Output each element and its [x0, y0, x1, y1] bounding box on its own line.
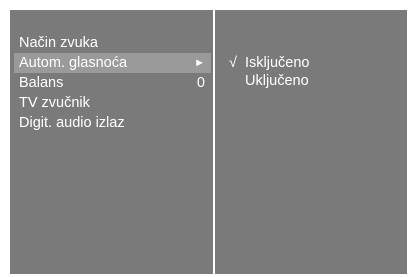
audio-menu-panel: Način zvuka Autom. glasnoća ► Balans 0 T…: [10, 10, 211, 274]
auto-volume-submenu-panel: √ Isključeno Uključeno: [217, 10, 407, 274]
balance-value: 0: [196, 75, 205, 91]
audio-settings-menu: Način zvuka Autom. glasnoća ► Balans 0 T…: [10, 33, 211, 133]
menu-item-auto-volume[interactable]: Autom. glasnoća ►: [14, 53, 211, 73]
checkmark-icon: √: [229, 55, 237, 71]
menu-item-digital-audio-out[interactable]: Digit. audio izlaz: [10, 113, 211, 133]
menu-item-label: Autom. glasnoća: [19, 55, 128, 71]
option-label: Isključeno: [245, 55, 310, 71]
menu-item-label: TV zvučnik: [19, 95, 90, 111]
tv-audio-menu-screen: Način zvuka Autom. glasnoća ► Balans 0 T…: [0, 0, 412, 277]
auto-volume-options: √ Isključeno Uključeno: [229, 54, 309, 90]
menu-item-sound-mode[interactable]: Način zvuka: [10, 33, 211, 53]
menu-item-label: Način zvuka: [19, 35, 98, 51]
option-label: Uključeno: [245, 73, 309, 89]
menu-item-balance[interactable]: Balans 0: [10, 73, 211, 93]
option-off[interactable]: √ Isključeno: [229, 54, 309, 72]
menu-item-label: Digit. audio izlaz: [19, 115, 125, 131]
divider-line: [213, 10, 215, 274]
option-on[interactable]: Uključeno: [229, 72, 309, 90]
submenu-arrow-icon: ►: [194, 57, 205, 69]
menu-item-tv-speaker[interactable]: TV zvučnik: [10, 93, 211, 113]
menu-item-label: Balans: [19, 75, 64, 91]
